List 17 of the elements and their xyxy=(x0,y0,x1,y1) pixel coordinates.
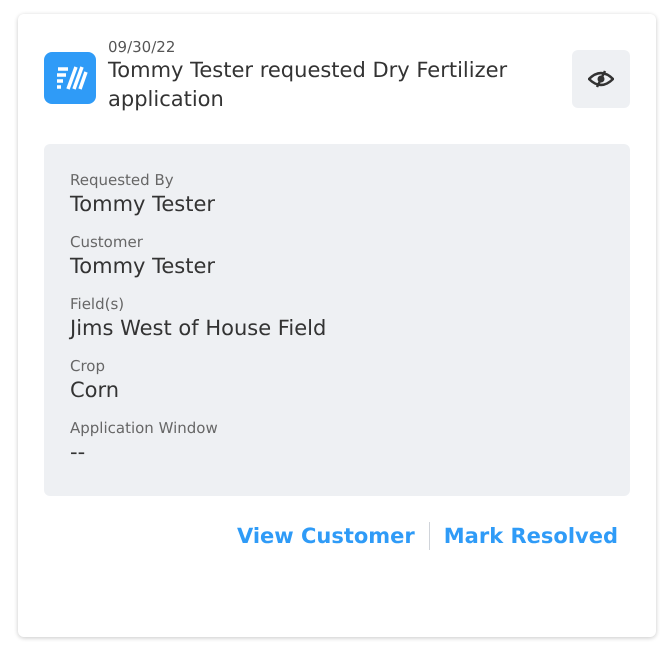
action-link[interactable]: View Customer xyxy=(236,524,415,548)
detail-value: -- xyxy=(70,439,86,466)
detail-label: Field(s) xyxy=(70,294,126,314)
notification-date: 09/30/22 xyxy=(108,38,176,56)
detail-value: Tommy Tester xyxy=(70,191,216,218)
detail-value: Corn xyxy=(70,377,120,404)
hide-button[interactable] xyxy=(572,50,630,108)
notification-title: Tommy Tester requested Dry Fertilizer application xyxy=(108,57,508,113)
action-link[interactable]: Mark Resolved xyxy=(444,524,618,548)
detail-value: Tommy Tester xyxy=(70,253,216,280)
eye-slash-icon xyxy=(588,70,614,88)
detail-label: Crop xyxy=(70,356,106,376)
detail-label: Customer xyxy=(70,232,144,252)
detail-value: Jims West of House Field xyxy=(70,315,328,342)
detail-label: Application Window xyxy=(70,418,219,438)
app-icon xyxy=(44,52,96,104)
detail-label: Requested By xyxy=(70,170,175,190)
